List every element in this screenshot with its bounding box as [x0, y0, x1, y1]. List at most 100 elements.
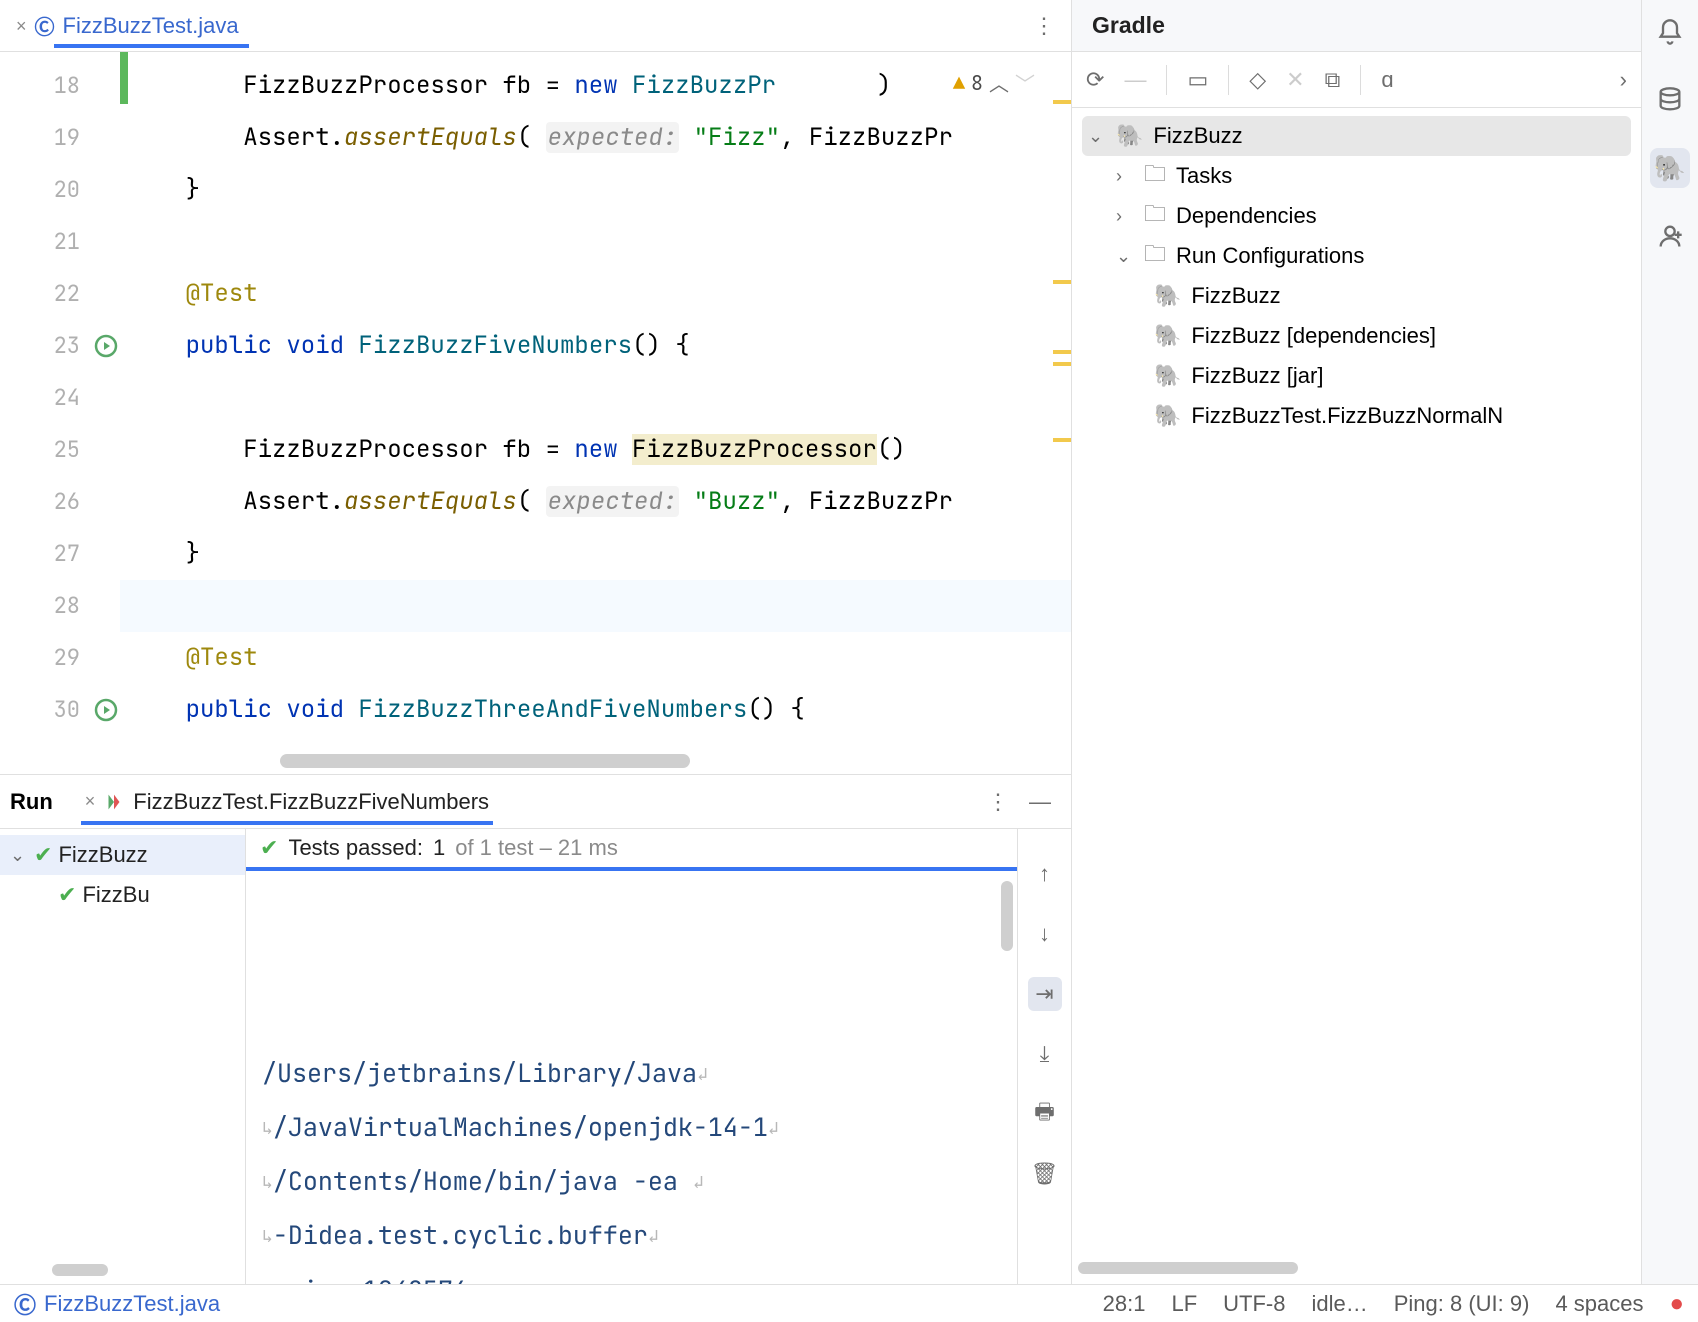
test-tree-root[interactable]: ⌄ ✔ FizzBuzz: [0, 835, 245, 875]
test-tree-item[interactable]: ✔ FizzBu: [0, 875, 245, 915]
attach-icon[interactable]: ▭: [1187, 67, 1208, 93]
gradle-tool-icon[interactable]: 🐘: [1650, 148, 1690, 188]
gradle-run-config-label: FizzBuzz [dependencies]: [1191, 323, 1436, 349]
scroll-to-end-icon[interactable]: ⤓: [1028, 1037, 1062, 1071]
gutter-line[interactable]: 30: [0, 684, 120, 736]
gutter-line[interactable]: 20: [0, 164, 120, 216]
error-stripe[interactable]: [1061, 52, 1071, 774]
code-line[interactable]: }: [120, 164, 1071, 216]
status-ping[interactable]: Ping: 8 (UI: 9): [1394, 1291, 1530, 1317]
tests-status-bar: ✔ Tests passed: 1 of 1 test – 21 ms: [246, 829, 1017, 871]
gradle-node-runconfigs[interactable]: ⌄ 🗀 Run Configurations: [1082, 236, 1631, 276]
code-area[interactable]: ▲ 8 ︿ ﹀ FizzBuzzProcessor fb = new Fizz: [120, 52, 1071, 774]
gradle-node-tasks[interactable]: › 🗀 Tasks: [1082, 156, 1631, 196]
cancel-icon[interactable]: ✕: [1286, 67, 1304, 93]
chevron-right-icon[interactable]: ›: [1116, 206, 1134, 227]
chevron-right-icon[interactable]: ›: [1620, 67, 1627, 93]
refresh-icon[interactable]: ⟳: [1086, 67, 1104, 93]
chevron-down-icon[interactable]: ⌄: [10, 845, 28, 866]
code-line[interactable]: [120, 580, 1071, 632]
close-tab-icon[interactable]: ×: [16, 17, 27, 35]
code-line[interactable]: }: [120, 528, 1071, 580]
gutter-line[interactable]: 23: [0, 320, 120, 372]
gutter-line[interactable]: 19: [0, 112, 120, 164]
code-line[interactable]: Assert.assertEquals( expected: "Fizz", F…: [120, 112, 1071, 164]
code-editor[interactable]: 18192021222324252627282930 ▲ 8 ︿ ﹀: [0, 52, 1071, 774]
test-tree[interactable]: ⌄ ✔ FizzBuzz ✔ FizzBu: [0, 829, 246, 1284]
gutter-line[interactable]: 18: [0, 60, 120, 112]
gutter-line[interactable]: 26: [0, 476, 120, 528]
clear-icon[interactable]: 🗑: [1028, 1157, 1062, 1191]
status-indent[interactable]: 4 spaces: [1555, 1291, 1643, 1317]
inspections-widget[interactable]: ▲ 8 ︿ ﹀: [953, 68, 1035, 97]
gradle-tree-root[interactable]: ⌄ 🐘 FizzBuzz: [1082, 116, 1631, 156]
status-analysis[interactable]: idle…: [1311, 1291, 1367, 1317]
editor-tab-fizzbuzztest[interactable]: × Ⓒ FizzBuzzTest.java: [6, 5, 249, 46]
code-line[interactable]: public void FizzBuzzFiveNumbers() {: [120, 320, 1071, 372]
editor-horizontal-scrollbar[interactable]: [280, 754, 690, 768]
console-output[interactable]: /Users/jetbrains/Library/Java↲↳/JavaVirt…: [246, 871, 1017, 1284]
elephant-icon: 🐘: [1154, 283, 1181, 309]
status-encoding[interactable]: UTF-8: [1223, 1291, 1285, 1317]
code-line[interactable]: [120, 372, 1071, 424]
gradle-scrollbar[interactable]: [1078, 1262, 1635, 1274]
code-line[interactable]: FizzBuzzProcessor fb = new FizzBuzzPr ): [120, 60, 1071, 112]
gutter-line[interactable]: 24: [0, 372, 120, 424]
minimize-run-icon[interactable]: —: [1019, 789, 1061, 815]
gutter-line[interactable]: 21: [0, 216, 120, 268]
scroll-down-icon[interactable]: ↓: [1028, 917, 1062, 951]
editor-tab-more-icon[interactable]: ⋮: [1023, 13, 1065, 39]
gutter-line[interactable]: 25: [0, 424, 120, 476]
code-with-me-icon[interactable]: [1650, 216, 1690, 256]
notifications-icon[interactable]: [1650, 12, 1690, 52]
code-line[interactable]: FizzBuzzProcessor fb = new FizzBuzzProce…: [120, 424, 1071, 476]
gradle-run-config-item[interactable]: 🐘FizzBuzzTest.FizzBuzzNormalN: [1082, 396, 1631, 436]
scroll-up-icon[interactable]: ↑: [1028, 857, 1062, 891]
gradle-node-label: Run Configurations: [1176, 243, 1364, 269]
run-config-tab[interactable]: × FizzBuzzTest.FizzBuzzFiveNumbers: [81, 783, 493, 821]
gradle-run-config-item[interactable]: 🐘FizzBuzz: [1082, 276, 1631, 316]
code-line[interactable]: @Test: [120, 268, 1071, 320]
expand-collapse-icon[interactable]: ◇: [1249, 67, 1266, 93]
status-caret[interactable]: 28:1: [1103, 1291, 1146, 1317]
console-scrollbar[interactable]: [1001, 881, 1013, 951]
gradle-run-config-item[interactable]: 🐘FizzBuzz [dependencies]: [1082, 316, 1631, 356]
run-gutter-icon[interactable]: [94, 698, 118, 722]
code-line[interactable]: @Test: [120, 632, 1071, 684]
gradle-tree[interactable]: ⌄ 🐘 FizzBuzz › 🗀 Tasks › 🗀 Dependencies: [1072, 108, 1641, 1284]
status-line-separator[interactable]: LF: [1171, 1291, 1197, 1317]
prev-highlight-icon[interactable]: ︿: [989, 68, 1009, 97]
chevron-down-icon[interactable]: ⌄: [1116, 246, 1134, 267]
error-indicator-icon[interactable]: ●: [1670, 1290, 1685, 1318]
folder-lib-icon: 🗀: [1144, 197, 1166, 235]
gutter-line[interactable]: 22: [0, 268, 120, 320]
status-current-file[interactable]: Ⓒ FizzBuzzTest.java: [14, 1288, 220, 1320]
gradle-run-config-item[interactable]: 🐘FizzBuzz [jar]: [1082, 356, 1631, 396]
add-icon[interactable]: —: [1124, 67, 1146, 93]
chevron-down-icon[interactable]: ⌄: [1088, 126, 1106, 147]
tests-passed-rest: of 1 test – 21 ms: [455, 835, 618, 861]
code-line[interactable]: public void FizzBuzzThreeAndFiveNumbers(…: [120, 684, 1071, 736]
run-gutter-icon[interactable]: [94, 334, 118, 358]
code-line[interactable]: [120, 216, 1071, 268]
test-tree-scrollbar[interactable]: [52, 1264, 108, 1276]
gutter-line[interactable]: 28: [0, 580, 120, 632]
check-icon: ✔: [260, 835, 278, 861]
soft-wrap-icon[interactable]: ⇥: [1028, 977, 1062, 1011]
next-highlight-icon[interactable]: ﹀: [1015, 68, 1035, 97]
gutter-line[interactable]: 29: [0, 632, 120, 684]
print-icon[interactable]: 🖶: [1028, 1097, 1062, 1131]
gradle-node-dependencies[interactable]: › 🗀 Dependencies: [1082, 196, 1631, 236]
java-class-icon: Ⓒ: [35, 11, 55, 40]
copy-icon[interactable]: ⧉: [1325, 67, 1341, 93]
analyze-icon[interactable]: ɑ: [1381, 67, 1393, 93]
chevron-right-icon[interactable]: ›: [1116, 166, 1134, 187]
code-line[interactable]: Assert.assertEquals( expected: "Buzz", F…: [120, 476, 1071, 528]
run-more-icon[interactable]: ⋮: [977, 789, 1019, 815]
close-run-tab-icon[interactable]: ×: [85, 791, 96, 812]
database-icon[interactable]: [1650, 80, 1690, 120]
tests-passed-count: 1: [433, 835, 445, 861]
main-area: × Ⓒ FizzBuzzTest.java ⋮ 1819202122232425…: [0, 0, 1698, 1284]
run-tool-window: Run × FizzBuzzTest.FizzBuzzFiveNumbers ⋮…: [0, 774, 1071, 1284]
gutter-line[interactable]: 27: [0, 528, 120, 580]
